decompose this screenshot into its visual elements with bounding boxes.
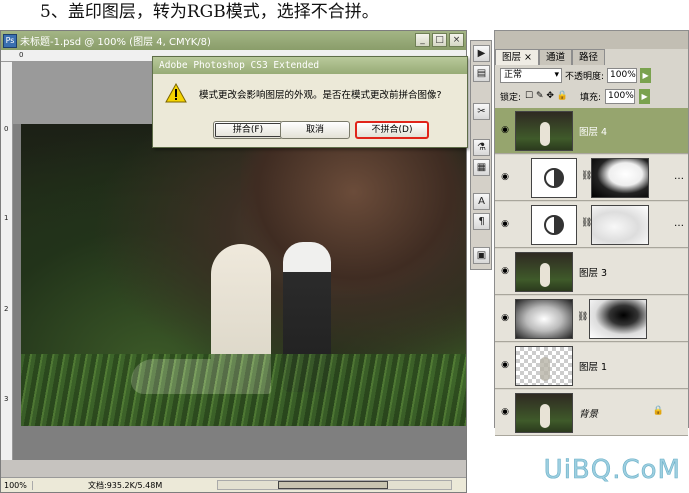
ruler-h-label: 0 xyxy=(19,51,24,59)
layer-thumbnail xyxy=(515,346,573,386)
dialog-title: Adobe Photoshop CS3 Extended xyxy=(153,57,467,74)
eye-icon[interactable]: ◉ xyxy=(499,359,511,371)
layer-row-adjustment-2[interactable]: ◉ ⛓ … xyxy=(495,202,688,248)
tool-button-layers[interactable]: ▣ xyxy=(473,247,490,264)
tutorial-caption: 5、盖印图层，转为RGB模式，选择不合拼。 xyxy=(40,2,379,22)
document-size[interactable]: 文档:935.2K/5.48M xyxy=(88,480,162,491)
layers-panel: 图层 × 通道 路径 正常 不透明度: 100% ▶ 锁定: ☐ ✎ ✥ 🔒 填… xyxy=(494,30,689,436)
scrollbar-thumb[interactable] xyxy=(278,481,388,489)
dialog-message: 模式更改会影响图层的外观。是否在模式更改前拼合图像? xyxy=(199,90,442,101)
site-watermark: UiBQ.CoM xyxy=(543,455,681,486)
fill-input[interactable]: 100% xyxy=(605,88,636,104)
flatten-dialog: Adobe Photoshop CS3 Extended 模式更改会影响图层的外… xyxy=(152,56,468,148)
warning-icon xyxy=(165,83,187,103)
ruler-v-label: 0 xyxy=(4,125,9,133)
tab-paths[interactable]: 路径 xyxy=(572,49,606,65)
adjustment-icon xyxy=(544,168,564,188)
layer-row-3[interactable]: ◉ 图层 3 xyxy=(495,249,688,295)
lock-icon: 🔒 xyxy=(652,406,664,416)
opacity-arrow-icon[interactable]: ▶ xyxy=(640,67,652,83)
dont-merge-button[interactable]: 不拼合(D) xyxy=(355,121,429,139)
opacity-label: 不透明度: xyxy=(565,71,605,82)
panel-tabs: 图层 × 通道 路径 xyxy=(495,49,688,65)
blend-mode-select[interactable]: 正常 xyxy=(500,67,562,83)
horizontal-scrollbar[interactable] xyxy=(217,480,452,490)
layer-thumbnail xyxy=(515,111,573,151)
close-button[interactable]: × xyxy=(449,33,464,47)
foreground-plants xyxy=(21,354,466,426)
tool-button-scissors[interactable]: ✂ xyxy=(473,103,490,120)
chain-link-icon[interactable]: ⛓ xyxy=(577,312,588,322)
minimize-button[interactable]: _ xyxy=(415,33,430,47)
zoom-level[interactable]: 100% xyxy=(1,480,33,490)
document-title: 未标题-1.psd @ 100% (图层 4, CMYK/8) xyxy=(20,37,211,48)
photoshop-icon: Ps xyxy=(3,33,17,48)
eye-icon[interactable]: ◉ xyxy=(499,406,511,418)
layer-row-1[interactable]: ◉ 图层 1 xyxy=(495,343,688,389)
eye-icon[interactable]: ◉ xyxy=(499,218,511,230)
tool-button-paragraph[interactable]: ¶ xyxy=(473,213,490,230)
opacity-input[interactable]: 100% xyxy=(607,67,638,83)
ruler-v-label: 2 xyxy=(4,305,9,313)
adjustment-icon xyxy=(544,215,564,235)
layer-mask-thumbnail[interactable] xyxy=(591,158,649,198)
tool-button-clone[interactable]: ⚗ xyxy=(473,139,490,156)
adjustment-thumbnail xyxy=(531,205,577,245)
merge-button[interactable]: 拼合(F) xyxy=(213,121,283,139)
fill-arrow-icon[interactable]: ▶ xyxy=(639,88,651,104)
layer-row-gradient[interactable]: ◉ ⛓ xyxy=(495,296,688,342)
layer-name: 背景 xyxy=(579,409,599,420)
layer-thumbnail xyxy=(515,252,573,292)
gradient-thumbnail xyxy=(515,299,573,339)
layer-name: 图层 3 xyxy=(579,268,608,279)
lock-label: 锁定: xyxy=(500,92,522,103)
document-title-bar[interactable]: Ps 未标题-1.psd @ 100% (图层 4, CMYK/8) _ □ × xyxy=(1,31,466,50)
panel-tool-strip: ▶ ▤ ✂ ⚗ ▦ A ¶ ▣ xyxy=(470,40,492,270)
eye-icon[interactable]: ◉ xyxy=(499,124,511,136)
cancel-button[interactable]: 取消 xyxy=(280,121,350,139)
tool-button-play[interactable]: ▶ xyxy=(473,45,490,62)
more-icon: … xyxy=(674,171,684,182)
wedding-photo[interactable] xyxy=(21,124,466,426)
tool-button-character[interactable]: A xyxy=(473,193,490,210)
layer-mask-thumbnail[interactable] xyxy=(589,299,647,339)
layer-row-4[interactable]: ◉ 图层 4 xyxy=(495,108,688,154)
eye-icon[interactable]: ◉ xyxy=(499,171,511,183)
layer-row-background[interactable]: ◉ 背景 🔒 xyxy=(495,390,688,436)
fill-label: 填充: xyxy=(580,92,602,103)
adjustment-thumbnail xyxy=(531,158,577,198)
layer-row-adjustment-1[interactable]: ◉ ⛓ … xyxy=(495,155,688,201)
ruler-v-label: 1 xyxy=(4,214,9,222)
ruler-v-label: 3 xyxy=(4,395,9,403)
panel-header[interactable] xyxy=(495,31,688,49)
tool-button-grid[interactable]: ▦ xyxy=(473,159,490,176)
rock-wall xyxy=(241,124,466,294)
tab-channels[interactable]: 通道 xyxy=(538,49,572,65)
more-icon: … xyxy=(674,218,684,229)
layer-thumbnail xyxy=(515,393,573,433)
tab-layers[interactable]: 图层 × xyxy=(495,49,539,65)
layer-mask-thumbnail[interactable] xyxy=(591,205,649,245)
layer-name: 图层 1 xyxy=(579,362,608,373)
layer-name: 图层 4 xyxy=(579,127,608,138)
maximize-button[interactable]: □ xyxy=(432,33,447,47)
status-bar: 100% 文档:935.2K/5.48M xyxy=(1,477,466,492)
tool-button-history[interactable]: ▤ xyxy=(473,65,490,82)
vertical-ruler: 0 1 2 3 xyxy=(1,62,13,460)
lock-options-icon[interactable]: ☐ ✎ ✥ 🔒 xyxy=(525,91,568,101)
eye-icon[interactable]: ◉ xyxy=(499,265,511,277)
eye-icon[interactable]: ◉ xyxy=(499,312,511,324)
